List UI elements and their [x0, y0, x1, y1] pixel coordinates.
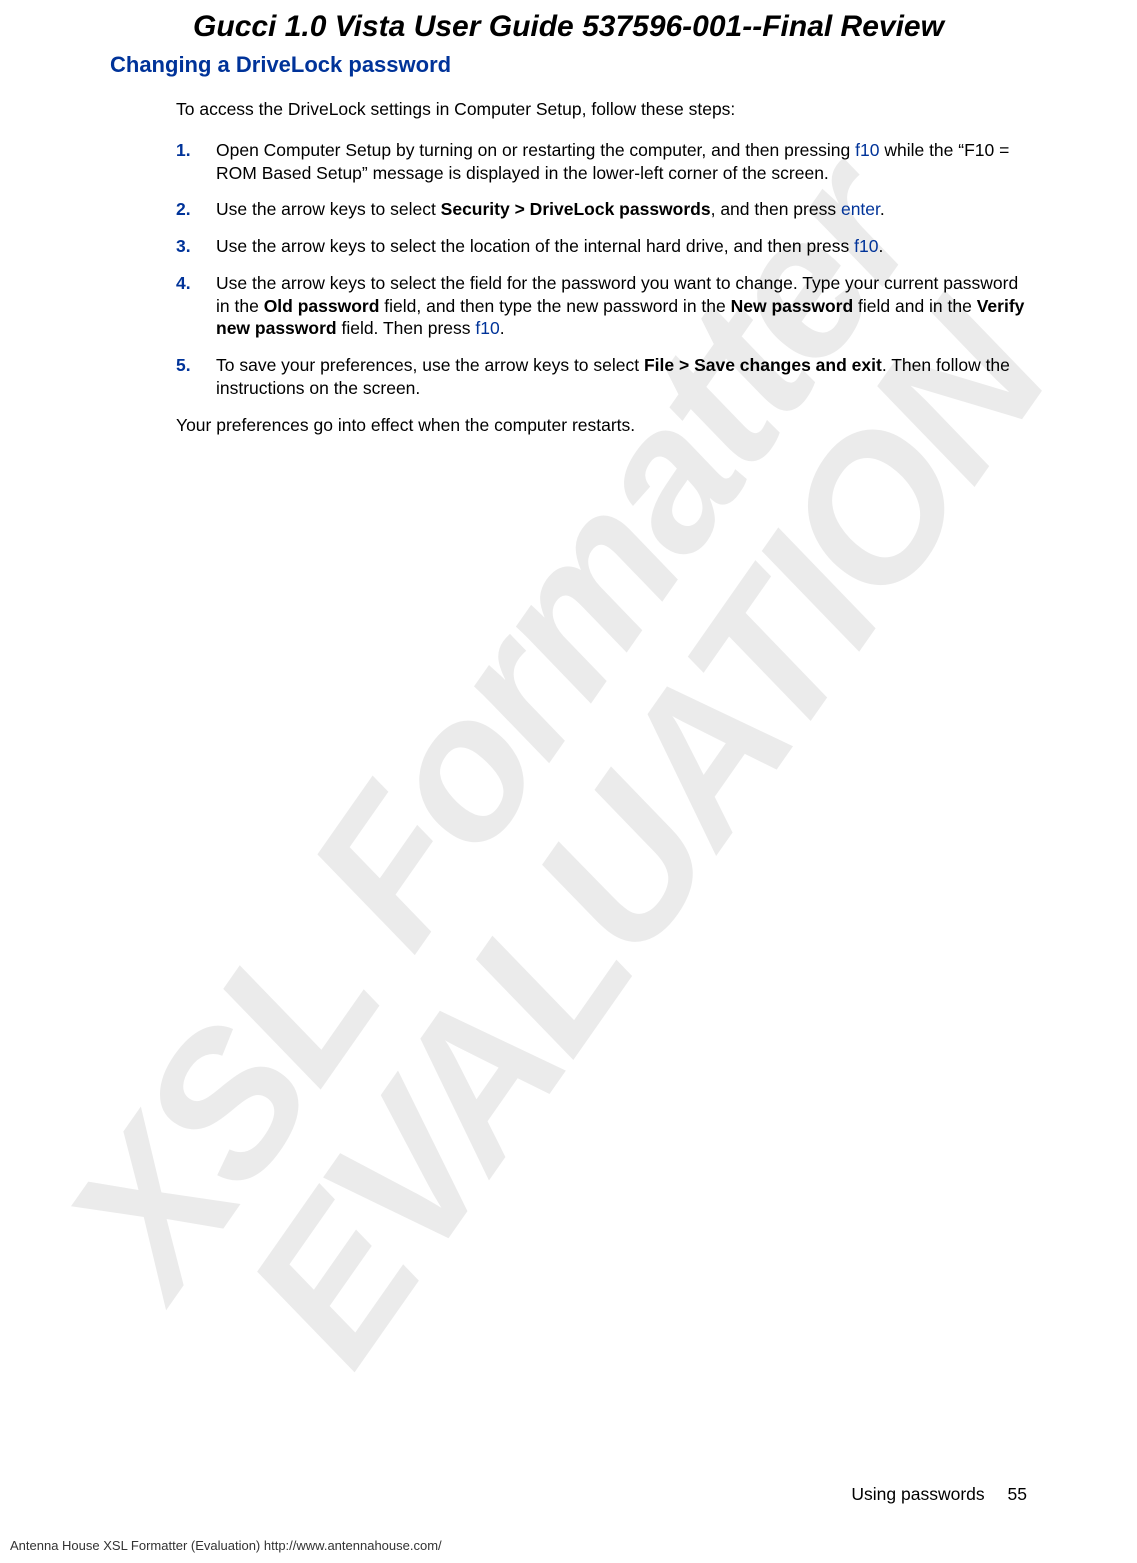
footer-right: Using passwords 55	[851, 1484, 1027, 1505]
key-reference: f10	[855, 140, 879, 160]
step-number: 2.	[176, 198, 216, 221]
text-run: To save your preferences, use the arrow …	[216, 355, 644, 375]
step-number: 3.	[176, 235, 216, 258]
text-run: Use the arrow keys to select	[216, 199, 441, 219]
text-run: Open Computer Setup by turning on or res…	[216, 140, 855, 160]
key-reference: enter	[841, 199, 880, 219]
key-reference: f10	[475, 318, 499, 338]
step-item: 4.Use the arrow keys to select the field…	[176, 272, 1027, 340]
document-title: Gucci 1.0 Vista User Guide 537596-001--F…	[110, 0, 1027, 52]
section-heading: Changing a DriveLock password	[110, 52, 1027, 78]
text-run: field and in the	[853, 296, 977, 316]
closing-text: Your preferences go into effect when the…	[176, 414, 1027, 437]
step-text: Use the arrow keys to select the field f…	[216, 272, 1027, 340]
page-number: 55	[1008, 1484, 1027, 1504]
text-run: .	[880, 199, 885, 219]
text-run: .	[878, 236, 883, 256]
step-item: 1.Open Computer Setup by turning on or r…	[176, 139, 1027, 185]
key-reference: f10	[854, 236, 878, 256]
step-number: 5.	[176, 354, 216, 400]
text-run: Use the arrow keys to select the locatio…	[216, 236, 854, 256]
steps-list: 1.Open Computer Setup by turning on or r…	[176, 139, 1027, 400]
bold-text: Old password	[264, 296, 380, 316]
footer-evaluation: Antenna House XSL Formatter (Evaluation)…	[10, 1538, 442, 1553]
step-number: 1.	[176, 139, 216, 185]
footer-section: Using passwords	[851, 1484, 984, 1504]
step-item: 2.Use the arrow keys to select Security …	[176, 198, 1027, 221]
page-content: Gucci 1.0 Vista User Guide 537596-001--F…	[0, 0, 1137, 436]
step-text: Use the arrow keys to select the locatio…	[216, 235, 1027, 258]
intro-text: To access the DriveLock settings in Comp…	[176, 98, 1027, 121]
bold-text: New password	[731, 296, 854, 316]
step-text: Use the arrow keys to select Security > …	[216, 198, 1027, 221]
step-number: 4.	[176, 272, 216, 340]
text-run: .	[500, 318, 505, 338]
step-item: 3.Use the arrow keys to select the locat…	[176, 235, 1027, 258]
text-run: , and then press	[711, 199, 841, 219]
step-text: To save your preferences, use the arrow …	[216, 354, 1027, 400]
bold-text: File > Save changes and exit	[644, 355, 882, 375]
bold-text: Security > DriveLock passwords	[441, 199, 711, 219]
step-item: 5.To save your preferences, use the arro…	[176, 354, 1027, 400]
text-run: field, and then type the new password in…	[379, 296, 730, 316]
text-run: field. Then press	[337, 318, 476, 338]
step-text: Open Computer Setup by turning on or res…	[216, 139, 1027, 185]
